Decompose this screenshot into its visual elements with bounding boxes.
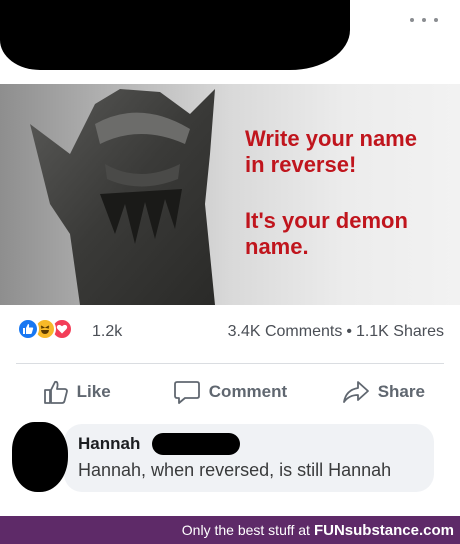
footer-tagline: Only the best stuff at	[181, 522, 310, 538]
watermark-footer: Only the best stuff at FUNsubstance.com	[0, 516, 460, 544]
stats-separator: •	[346, 323, 352, 340]
more-options-icon[interactable]	[410, 8, 438, 32]
meme-caption-1: Write your name in reverse!	[245, 126, 417, 177]
comment-text: Hannah, when reversed, is still Hannah	[78, 460, 392, 480]
comment-button[interactable]: Comment	[153, 364, 306, 420]
like-label: Like	[76, 382, 111, 401]
meme-caption-2: It's your demon name.	[245, 208, 408, 259]
share-label: Share	[377, 382, 425, 401]
like-reaction-icon	[17, 318, 39, 340]
post-header	[0, 0, 460, 84]
like-button[interactable]: Like	[0, 364, 153, 420]
reaction-icons[interactable]	[17, 318, 73, 340]
footer-brand[interactable]: FUNsubstance.com	[314, 522, 454, 539]
comment-bubble-icon	[173, 381, 200, 404]
avatar[interactable]	[12, 422, 68, 492]
engagement-stats: 3.4K Comments • 1.1K Shares	[228, 323, 444, 341]
share-button[interactable]: Share	[307, 364, 460, 420]
redacted-author-block	[0, 0, 350, 70]
redacted-surname	[152, 433, 240, 455]
comment-author[interactable]: Hannah	[78, 434, 140, 454]
shares-count[interactable]: 1.1K Shares	[356, 323, 444, 340]
post-actions-bar: Like Comment Share	[0, 364, 460, 420]
thumbs-up-icon	[43, 380, 68, 404]
demon-statue-image	[30, 89, 215, 305]
comments-count[interactable]: 3.4K Comments	[228, 323, 343, 340]
reaction-count[interactable]: 1.2k	[92, 323, 122, 341]
post-image[interactable]: Write your name in reverse! It's your de…	[0, 84, 460, 305]
share-arrow-icon	[342, 381, 369, 403]
comment-label: Comment	[208, 382, 288, 401]
